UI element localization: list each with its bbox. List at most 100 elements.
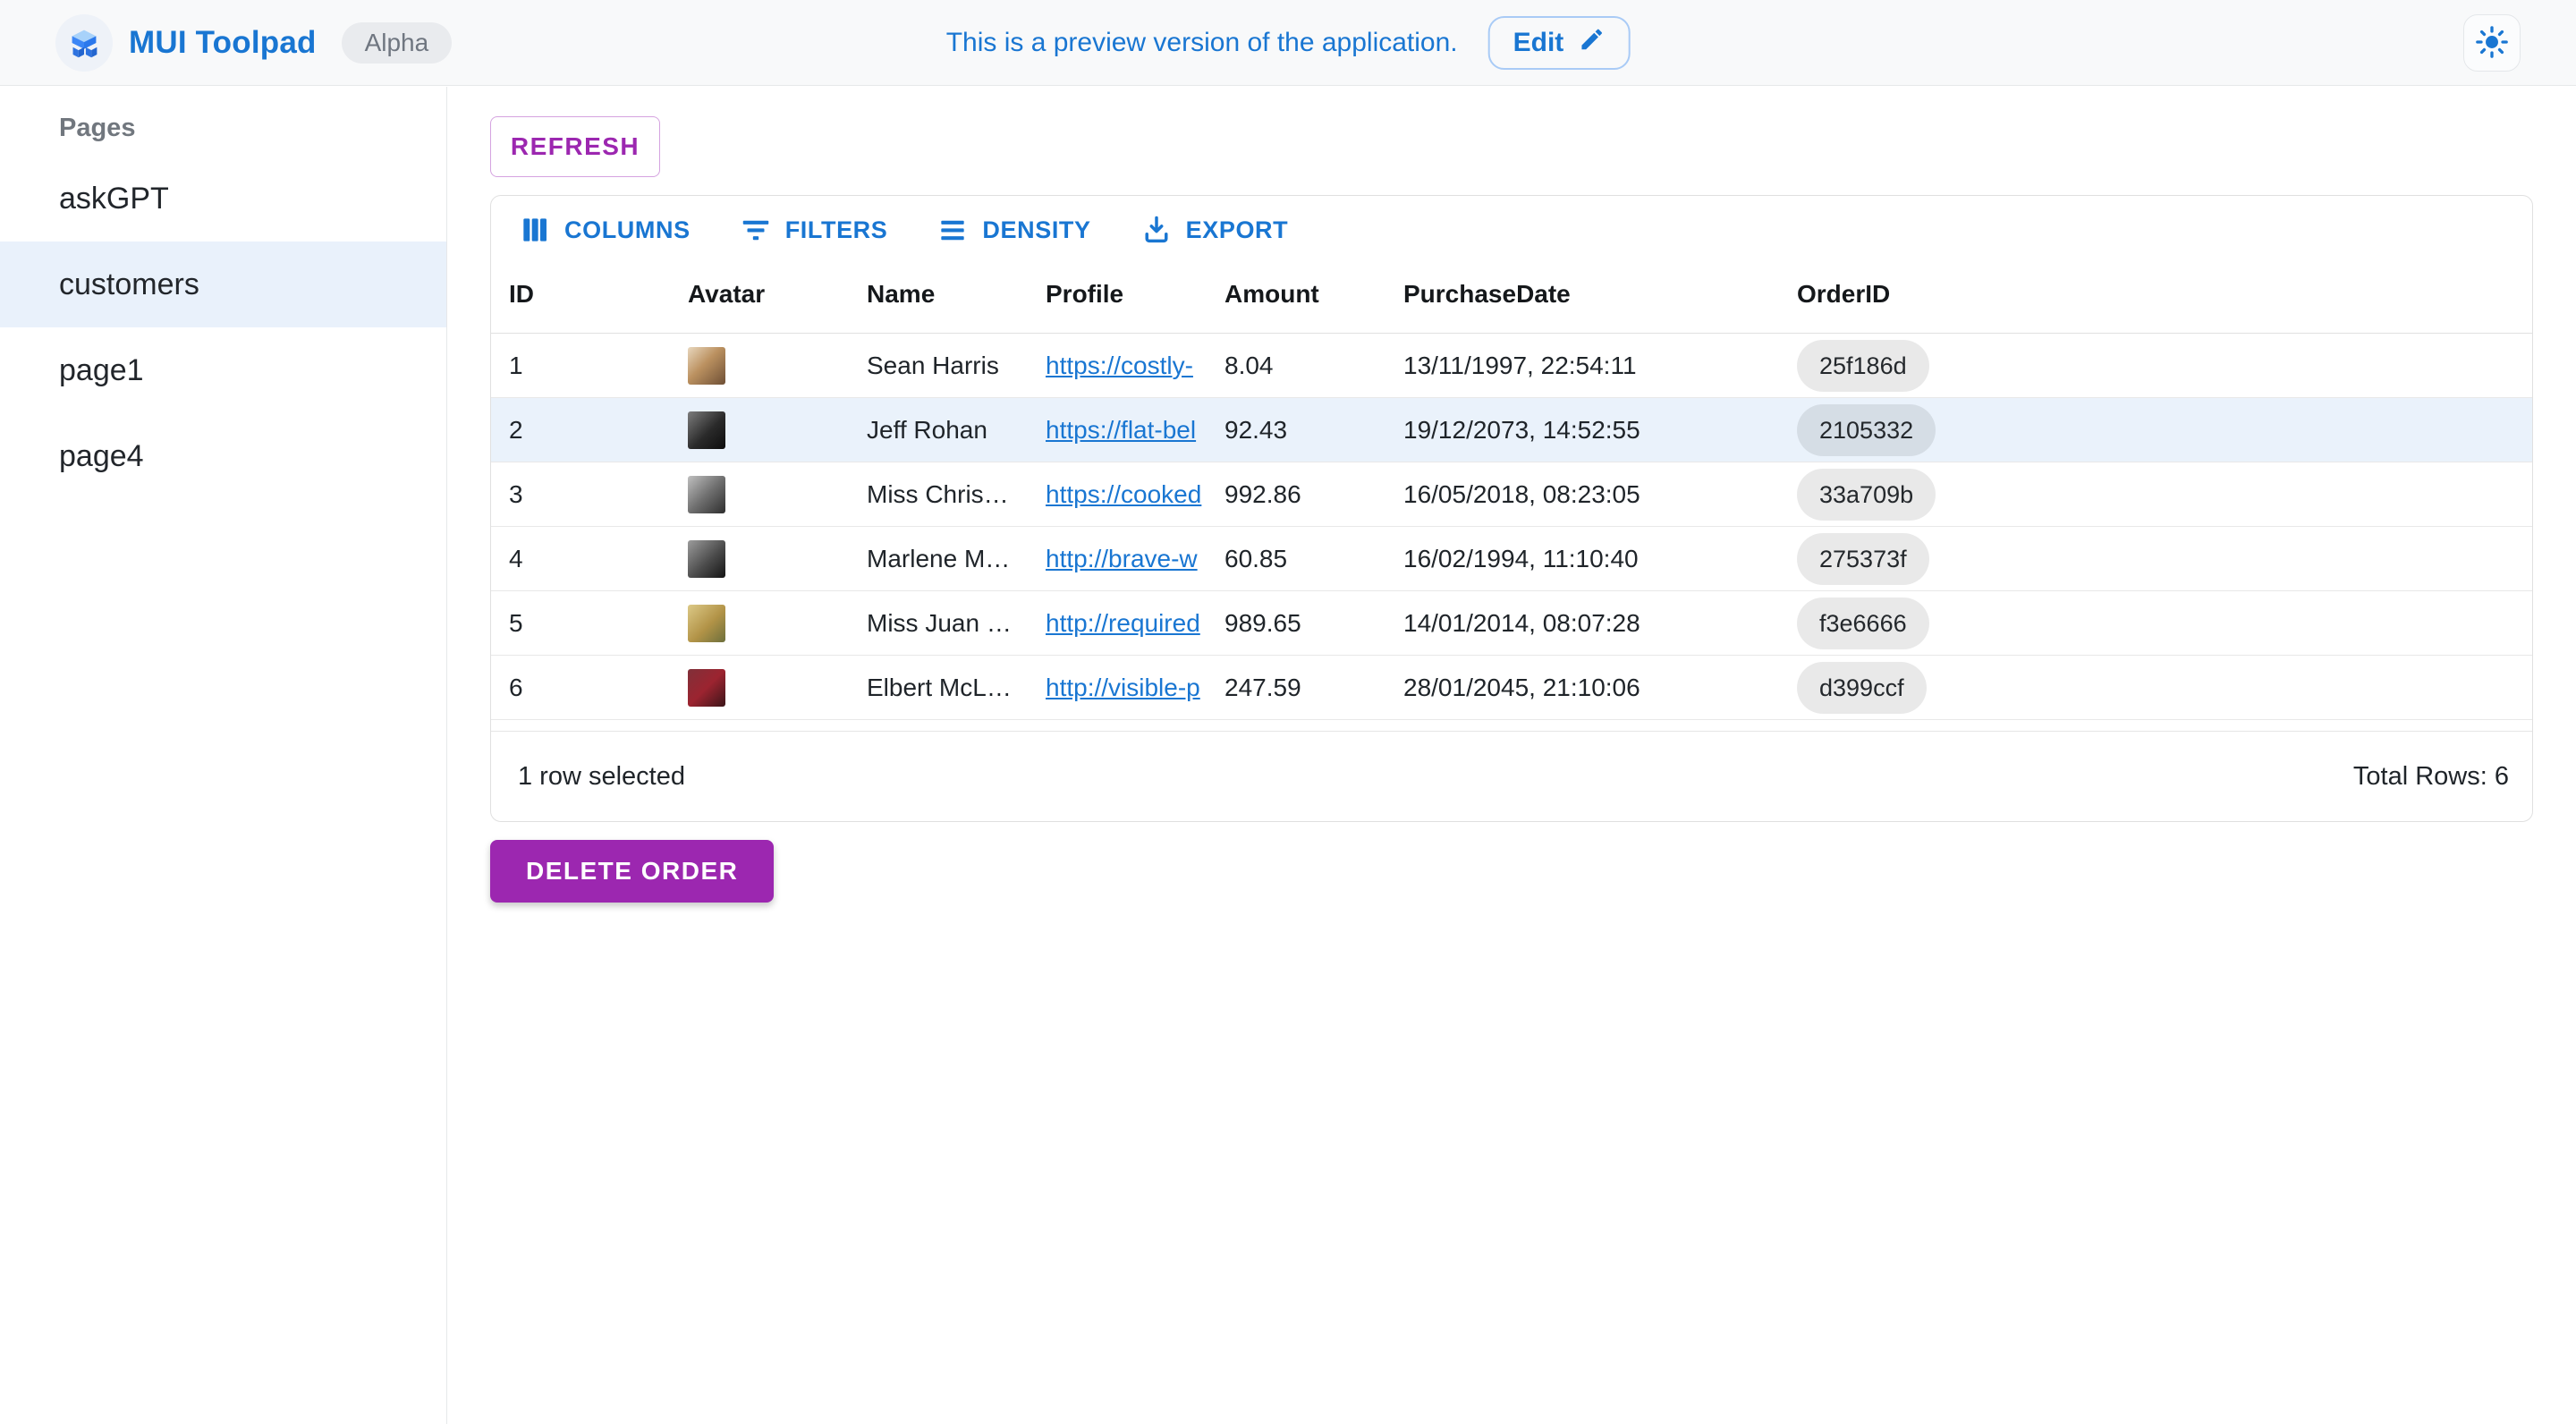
sidebar-item-label: askGPT — [59, 182, 169, 216]
cell-profile: https://flat-bel — [1028, 398, 1207, 462]
table-row[interactable]: 1 Sean Harris https://costly- 8.04 13/11… — [491, 334, 2532, 398]
column-header-label: PurchaseDate — [1403, 280, 1571, 309]
cell-amount: 992.86 — [1207, 462, 1385, 526]
main-content: REFRESH COLUMNS — [447, 87, 2576, 1424]
name-value: Miss Chris… — [867, 480, 1009, 509]
sidebar-item-page4[interactable]: page4 — [0, 413, 446, 499]
cell-name: Miss Juan … — [849, 591, 1028, 655]
columns-button[interactable]: COLUMNS — [505, 206, 703, 254]
sidebar-item-askgpt[interactable]: askGPT — [0, 156, 446, 242]
amount-value: 247.59 — [1224, 674, 1301, 702]
sidebar: Pages askGPT customers page1 page4 — [0, 87, 447, 1424]
table-row[interactable]: 3 Miss Chris… https://cooked 992.86 16/0… — [491, 462, 2532, 527]
filter-icon — [739, 213, 773, 247]
column-header-profile[interactable]: Profile — [1028, 255, 1207, 333]
avatar — [688, 669, 725, 707]
table-row[interactable]: 5 Miss Juan … http://required 989.65 14/… — [491, 591, 2532, 656]
columns-button-label: COLUMNS — [564, 216, 691, 244]
preview-message: This is a preview version of the applica… — [946, 28, 1458, 58]
cell-orderid: d399ccf — [1779, 656, 2532, 719]
column-header-purchasedate[interactable]: PurchaseDate — [1385, 255, 1779, 333]
cell-profile: http://brave-w — [1028, 527, 1207, 590]
cell-profile: https://costly- — [1028, 334, 1207, 397]
column-header-avatar[interactable]: Avatar — [670, 255, 849, 333]
table-row-selected[interactable]: 2 Jeff Rohan https://flat-bel 92.43 19/1… — [491, 398, 2532, 462]
cell-profile: http://required — [1028, 591, 1207, 655]
amount-value: 92.43 — [1224, 416, 1287, 445]
cell-amount: 60.85 — [1207, 527, 1385, 590]
cell-amount: 8.04 — [1207, 334, 1385, 397]
cell-purchasedate: 13/11/1997, 22:54:11 — [1385, 334, 1779, 397]
density-button-label: DENSITY — [982, 216, 1090, 244]
table-row[interactable]: 6 Elbert McL… http://visible-p 247.59 28… — [491, 656, 2532, 720]
column-header-label: Profile — [1046, 280, 1123, 309]
sidebar-item-customers[interactable]: customers — [0, 242, 446, 327]
avatar — [688, 347, 725, 385]
cell-orderid: 33a709b — [1779, 462, 2532, 526]
sidebar-item-label: page1 — [59, 353, 144, 388]
export-button[interactable]: EXPORT — [1127, 206, 1301, 254]
cell-name: Jeff Rohan — [849, 398, 1028, 462]
avatar — [688, 605, 725, 642]
column-header-label: Avatar — [688, 280, 765, 309]
export-button-label: EXPORT — [1186, 216, 1289, 244]
id-value: 1 — [509, 352, 523, 380]
name-value: Jeff Rohan — [867, 416, 987, 445]
column-header-label: Name — [867, 280, 935, 309]
profile-link[interactable]: https://cooked — [1046, 480, 1201, 509]
cell-name: Marlene M… — [849, 527, 1028, 590]
cell-orderid: 25f186d — [1779, 334, 2532, 397]
cell-profile: http://visible-p — [1028, 656, 1207, 719]
cell-purchasedate: 16/05/2018, 08:23:05 — [1385, 462, 1779, 526]
app-title: MUI Toolpad — [129, 25, 317, 61]
profile-link[interactable]: https://flat-bel — [1046, 416, 1196, 445]
grid-toolbar: COLUMNS FILTERS — [491, 196, 2532, 255]
cell-id: 2 — [491, 398, 670, 462]
cell-id: 6 — [491, 656, 670, 719]
columns-icon — [518, 213, 552, 247]
cell-purchasedate: 16/02/1994, 11:10:40 — [1385, 527, 1779, 590]
column-header-label: OrderID — [1797, 280, 1890, 309]
edit-button[interactable]: Edit — [1488, 16, 1631, 70]
column-header-name[interactable]: Name — [849, 255, 1028, 333]
density-button[interactable]: DENSITY — [923, 206, 1103, 254]
table-row[interactable]: 4 Marlene M… http://brave-w 60.85 16/02/… — [491, 527, 2532, 591]
profile-link[interactable]: http://required — [1046, 609, 1200, 638]
cell-id: 4 — [491, 527, 670, 590]
refresh-button[interactable]: REFRESH — [490, 116, 660, 177]
orderid-chip: f3e6666 — [1797, 598, 1929, 649]
alpha-badge: Alpha — [342, 22, 453, 64]
profile-link[interactable]: http://visible-p — [1046, 674, 1200, 702]
delete-order-button[interactable]: DELETE ORDER — [490, 840, 774, 903]
filters-button[interactable]: FILTERS — [726, 206, 901, 254]
avatar — [688, 476, 725, 513]
id-value: 6 — [509, 674, 523, 702]
column-header-amount[interactable]: Amount — [1207, 255, 1385, 333]
profile-link[interactable]: https://costly- — [1046, 352, 1193, 380]
sidebar-section-label: Pages — [59, 114, 446, 143]
column-header-label: ID — [509, 280, 534, 309]
theme-toggle-button[interactable] — [2463, 14, 2521, 72]
app-header: MUI Toolpad Alpha This is a preview vers… — [0, 0, 2576, 86]
brand: MUI Toolpad Alpha — [0, 14, 452, 72]
cell-avatar — [670, 591, 849, 655]
sidebar-item-label: customers — [59, 267, 199, 302]
amount-value: 8.04 — [1224, 352, 1274, 380]
data-grid: COLUMNS FILTERS — [490, 195, 2533, 822]
cell-purchasedate: 28/01/2045, 21:10:06 — [1385, 656, 1779, 719]
cell-purchasedate: 19/12/2073, 14:52:55 — [1385, 398, 1779, 462]
cell-id: 1 — [491, 334, 670, 397]
name-value: Elbert McL… — [867, 674, 1012, 702]
name-value: Marlene M… — [867, 545, 1010, 573]
column-header-label: Amount — [1224, 280, 1319, 309]
profile-link[interactable]: http://brave-w — [1046, 545, 1198, 573]
column-header-orderid[interactable]: OrderID — [1779, 255, 2532, 333]
column-header-id[interactable]: ID — [491, 255, 670, 333]
sidebar-item-page1[interactable]: page1 — [0, 327, 446, 413]
orderid-chip: d399ccf — [1797, 662, 1927, 714]
density-icon — [936, 213, 970, 247]
cell-amount: 92.43 — [1207, 398, 1385, 462]
cell-name: Elbert McL… — [849, 656, 1028, 719]
purchasedate-value: 13/11/1997, 22:54:11 — [1403, 352, 1637, 380]
id-value: 4 — [509, 545, 523, 573]
